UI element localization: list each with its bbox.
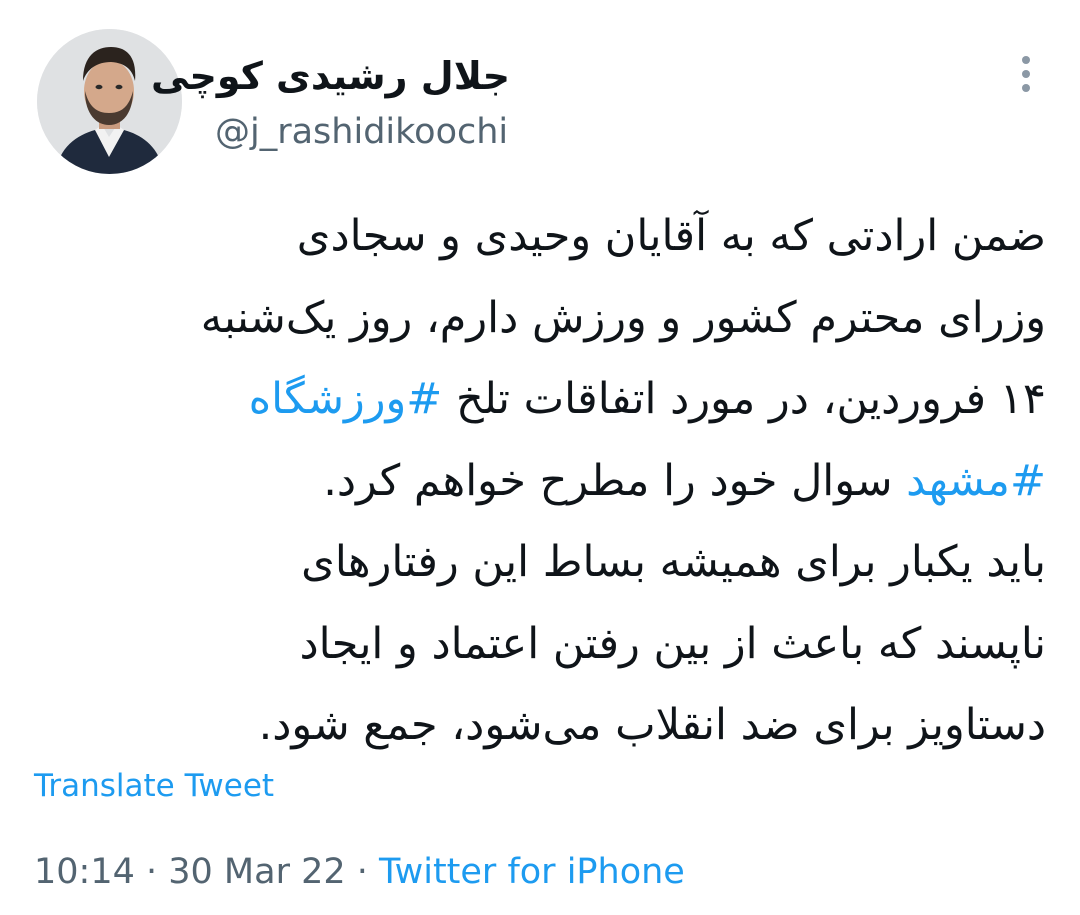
tweet-line: وزرای محترم کشور و ورزش دارم، روز یک‌شنب… — [46, 278, 1046, 360]
tweet-line: باید یکبار برای همیشه بساط این رفتارهای — [46, 522, 1046, 604]
hashtag-link[interactable]: #مشهد — [906, 456, 1046, 506]
more-dot — [1022, 70, 1030, 78]
tweet-line: ضمن ارادتی که به آقایان وحیدی و سجادی — [46, 196, 1046, 278]
tweet-text-segment: وزرای محترم کشور و ورزش دارم، روز یک‌شنب… — [200, 292, 1046, 343]
handle[interactable]: @j_rashidikoochi — [215, 110, 508, 154]
meta-separator: · — [134, 852, 169, 892]
tweet-text: ضمن ارادتی که به آقایان وحیدی و سجادی وز… — [46, 196, 1046, 767]
tweet-meta: 10:14 · 30 Mar 22 · Twitter for iPhone — [34, 850, 685, 894]
translate-tweet-link[interactable]: Translate Tweet — [34, 766, 274, 806]
tweet-source-link[interactable]: Twitter for iPhone — [379, 852, 685, 892]
more-dot — [1022, 84, 1030, 92]
display-name[interactable]: جلال رشیدی کوچی — [151, 52, 510, 100]
hashtag-link[interactable]: #ورزشگاه — [249, 374, 443, 424]
tweet: جلال رشیدی کوچی @j_rashidikoochi ضمن ارا… — [0, 0, 1080, 915]
tweet-text-segment: دستاویز برای ضد انقلاب می‌شود، جمع شود. — [258, 700, 1046, 750]
tweet-text-segment: ناپسند که باعث از بین رفتن اعتماد و ایجا… — [299, 618, 1046, 669]
tweet-time[interactable]: 10:14 — [34, 852, 135, 892]
tweet-date[interactable]: 30 Mar 22 — [168, 852, 345, 892]
meta-separator: · — [345, 852, 380, 892]
tweet-line: #مشهد سوال خود را مطرح خواهم کرد. — [46, 441, 1046, 523]
tweet-text-segment: ۱۴ فروردین، در مورد اتفاقات تلخ — [442, 374, 1046, 424]
avatar[interactable] — [37, 29, 182, 174]
tweet-text-segment: سوال خود را مطرح خواهم کرد. — [323, 455, 907, 506]
tweet-line: ۱۴ فروردین، در مورد اتفاقات تلخ #ورزشگاه — [46, 359, 1046, 441]
more-dot — [1022, 56, 1030, 64]
tweet-line: ناپسند که باعث از بین رفتن اعتماد و ایجا… — [46, 604, 1046, 686]
tweet-text-segment: باید یکبار برای همیشه بساط این رفتارهای — [301, 537, 1046, 587]
tweet-line: دستاویز برای ضد انقلاب می‌شود، جمع شود. — [46, 685, 1046, 767]
avatar-photo — [37, 29, 182, 174]
tweet-text-segment: ضمن ارادتی که به آقایان وحیدی و سجادی — [296, 211, 1046, 261]
more-vertical-icon[interactable] — [1008, 52, 1044, 96]
